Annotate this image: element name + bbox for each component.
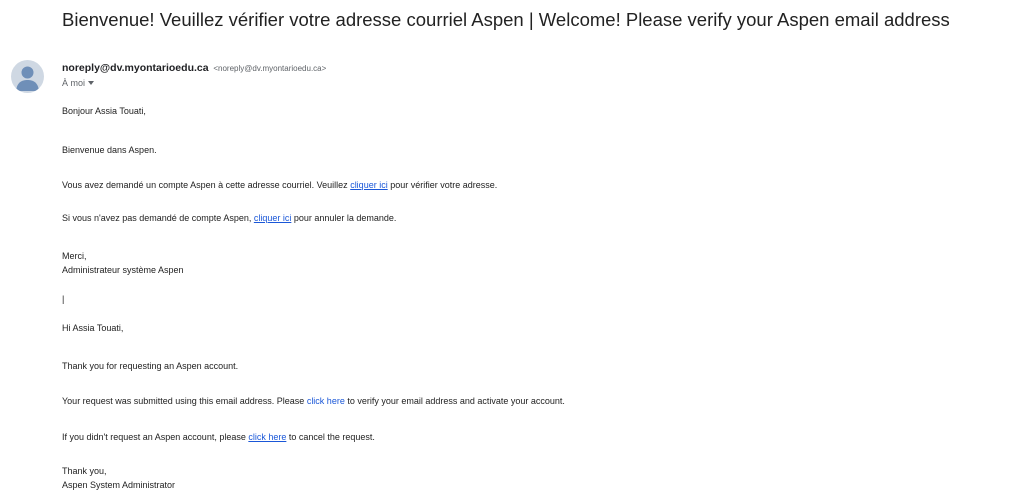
- sender-avatar[interactable]: [11, 60, 44, 93]
- en-verify-paragraph: Your request was submitted using this em…: [62, 396, 565, 406]
- sender-name[interactable]: noreply@dv.myontarioedu.ca: [62, 62, 209, 74]
- fr-greeting: Bonjour Assia Touati,: [62, 106, 146, 116]
- fr-signature: Administrateur système Aspen: [62, 265, 184, 275]
- language-separator: |: [62, 294, 65, 304]
- fr-thanks: Merci,: [62, 251, 87, 261]
- email-subject: Bienvenue! Veuillez vérifier votre adres…: [62, 9, 950, 30]
- recipient-dropdown[interactable]: À moi: [62, 78, 95, 88]
- en-verify-text-after: to verify your email address and activat…: [344, 396, 565, 406]
- person-icon: [16, 66, 39, 91]
- chevron-down-icon: [88, 81, 95, 85]
- recipient-label: À moi: [62, 78, 86, 88]
- en-signature: Aspen System Administrator: [62, 480, 176, 490]
- fr-verify-link[interactable]: cliquer ici: [350, 180, 388, 190]
- fr-cancel-text-after: pour annuler la demande.: [291, 213, 397, 223]
- fr-verify-text-before: Vous avez demandé un compte Aspen à cett…: [62, 180, 351, 190]
- en-thanks-request: Thank you for requesting an Aspen accoun…: [62, 361, 239, 371]
- en-verify-link[interactable]: click here: [307, 396, 345, 406]
- fr-welcome: Bienvenue dans Aspen.: [62, 145, 157, 155]
- en-thanks: Thank you,: [62, 466, 107, 476]
- fr-verify-text-after: pour vérifier votre adresse.: [387, 180, 498, 190]
- sender-line: noreply@dv.myontarioedu.ca <noreply@dv.m…: [62, 62, 326, 74]
- en-cancel-paragraph: If you didn't request an Aspen account, …: [62, 432, 375, 442]
- en-cancel-link[interactable]: click here: [248, 432, 286, 442]
- fr-cancel-paragraph: Si vous n'avez pas demandé de compte Asp…: [62, 213, 396, 223]
- en-cancel-text-before: If you didn't request an Aspen account, …: [62, 432, 249, 442]
- en-greeting: Hi Assia Touati,: [62, 323, 124, 333]
- en-cancel-text-after: to cancel the request.: [286, 432, 375, 442]
- fr-cancel-text-before: Si vous n'avez pas demandé de compte Asp…: [62, 213, 254, 223]
- fr-verify-paragraph: Vous avez demandé un compte Aspen à cett…: [62, 180, 497, 190]
- en-verify-text-before: Your request was submitted using this em…: [62, 396, 307, 406]
- sender-email: <noreply@dv.myontarioedu.ca>: [213, 64, 327, 73]
- fr-cancel-link[interactable]: cliquer ici: [254, 213, 292, 223]
